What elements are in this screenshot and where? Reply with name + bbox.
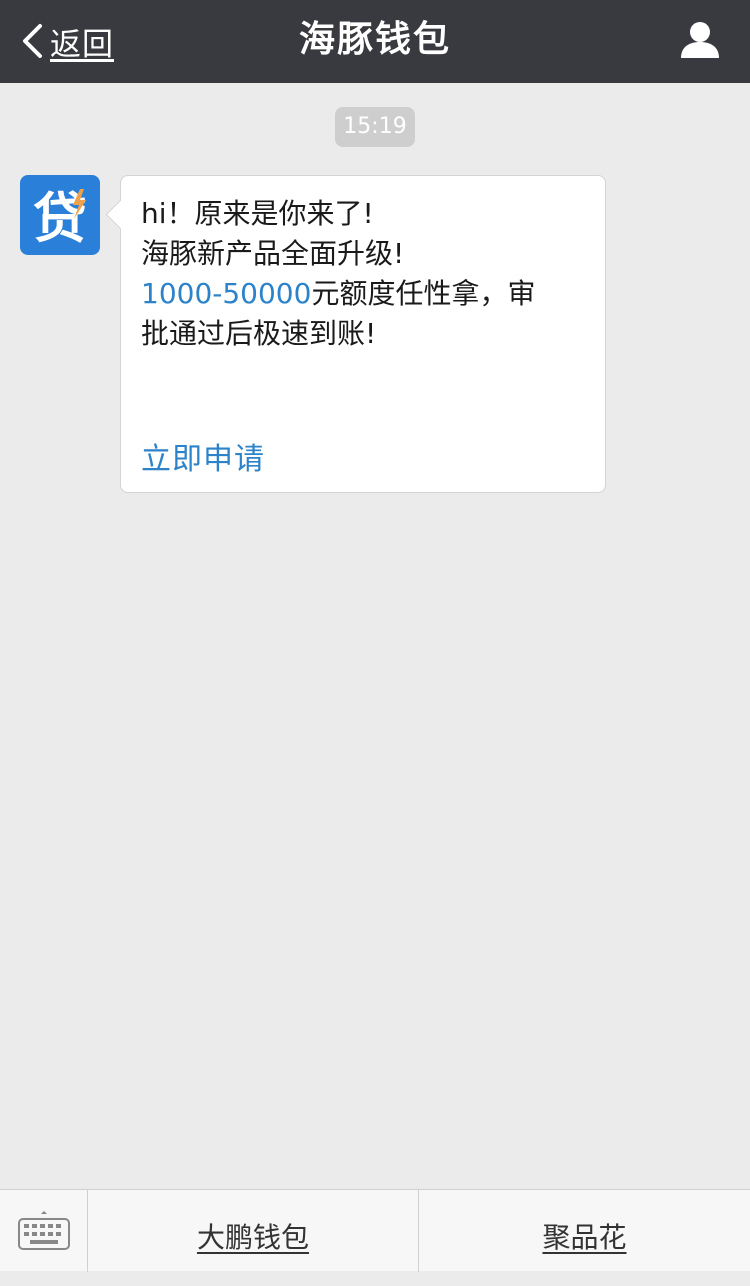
menu-item-label: 大鹏钱包 (196, 1221, 309, 1254)
keyboard-toggle-button[interactable] (0, 1190, 88, 1272)
menu-item-jupinhua[interactable]: 聚品花 (419, 1190, 750, 1272)
bubble-tail (105, 199, 136, 230)
user-icon[interactable] (680, 20, 720, 60)
back-label: 返回 (50, 26, 114, 63)
keyboard-icon (18, 1211, 70, 1250)
message-line-4: 批通过后极速到账! (141, 317, 377, 350)
apply-now-link[interactable]: 立即申请 (141, 434, 265, 478)
message-text: hi！原来是你来了! 海豚新产品全面升级! 1000-50000元额度任性拿，审… (141, 194, 591, 354)
message-line-1: hi！原来是你来了! (141, 197, 374, 230)
menu-item-label: 聚品花 (542, 1221, 627, 1254)
top-navbar: 返回 海豚钱包 (0, 0, 750, 83)
message-line-3: 1000-50000元额度任性拿，审 (141, 274, 591, 314)
sender-avatar[interactable]: 贷 (20, 175, 100, 255)
loan-logo-icon: 贷 (33, 187, 87, 250)
chevron-left-icon (23, 24, 42, 58)
menu-item-dapeng-wallet[interactable]: 大鹏钱包 (88, 1190, 419, 1272)
message-line-2: 海豚新产品全面升级! (141, 237, 405, 270)
back-button[interactable]: 返回 (18, 20, 114, 63)
message-timestamp: 15:19 (335, 107, 415, 147)
bottom-menu-bar: 大鹏钱包 聚品花 (0, 1189, 750, 1272)
message-bubble: hi！原来是你来了! 海豚新产品全面升级! 1000-50000元额度任性拿，审… (105, 175, 606, 493)
loan-amount-link[interactable]: 1000-50000 (141, 277, 311, 310)
message-line-3-rest: 元额度任性拿，审 (311, 277, 536, 310)
